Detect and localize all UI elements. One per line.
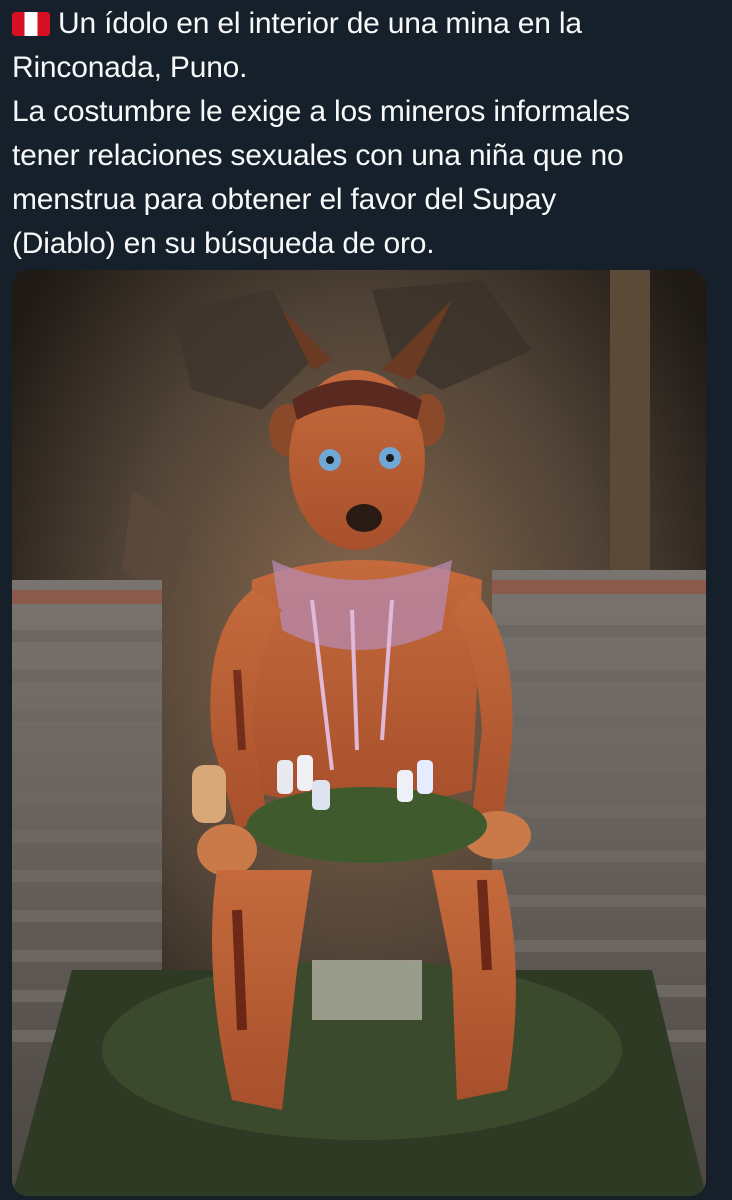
offerings xyxy=(312,960,422,1020)
tweet-photo[interactable] xyxy=(12,270,706,1196)
tweet-text-line: Un ídolo en el interior de una mina en l… xyxy=(12,2,722,46)
tweet-text-segment: Un ídolo en el interior de una mina en l… xyxy=(58,7,582,40)
tweet-text-line: tener relaciones sexuales con una niña q… xyxy=(12,139,624,172)
tweet-text-line: menstrua para obtener el favor del Supay xyxy=(12,183,556,216)
tweet-text: Un ídolo en el interior de una mina en l… xyxy=(12,2,722,266)
idol-photo xyxy=(12,270,706,1196)
peru-flag-icon xyxy=(12,12,50,36)
tweet-text-line: La costumbre le exige a los mineros info… xyxy=(12,95,630,128)
tweet-text-line: Rinconada, Puno. xyxy=(12,51,248,84)
wooden-post xyxy=(610,270,650,590)
tweet-post: Un ídolo en el interior de una mina en l… xyxy=(0,0,732,1200)
tweet-text-line: (Diablo) en su búsqueda de oro. xyxy=(12,227,435,260)
